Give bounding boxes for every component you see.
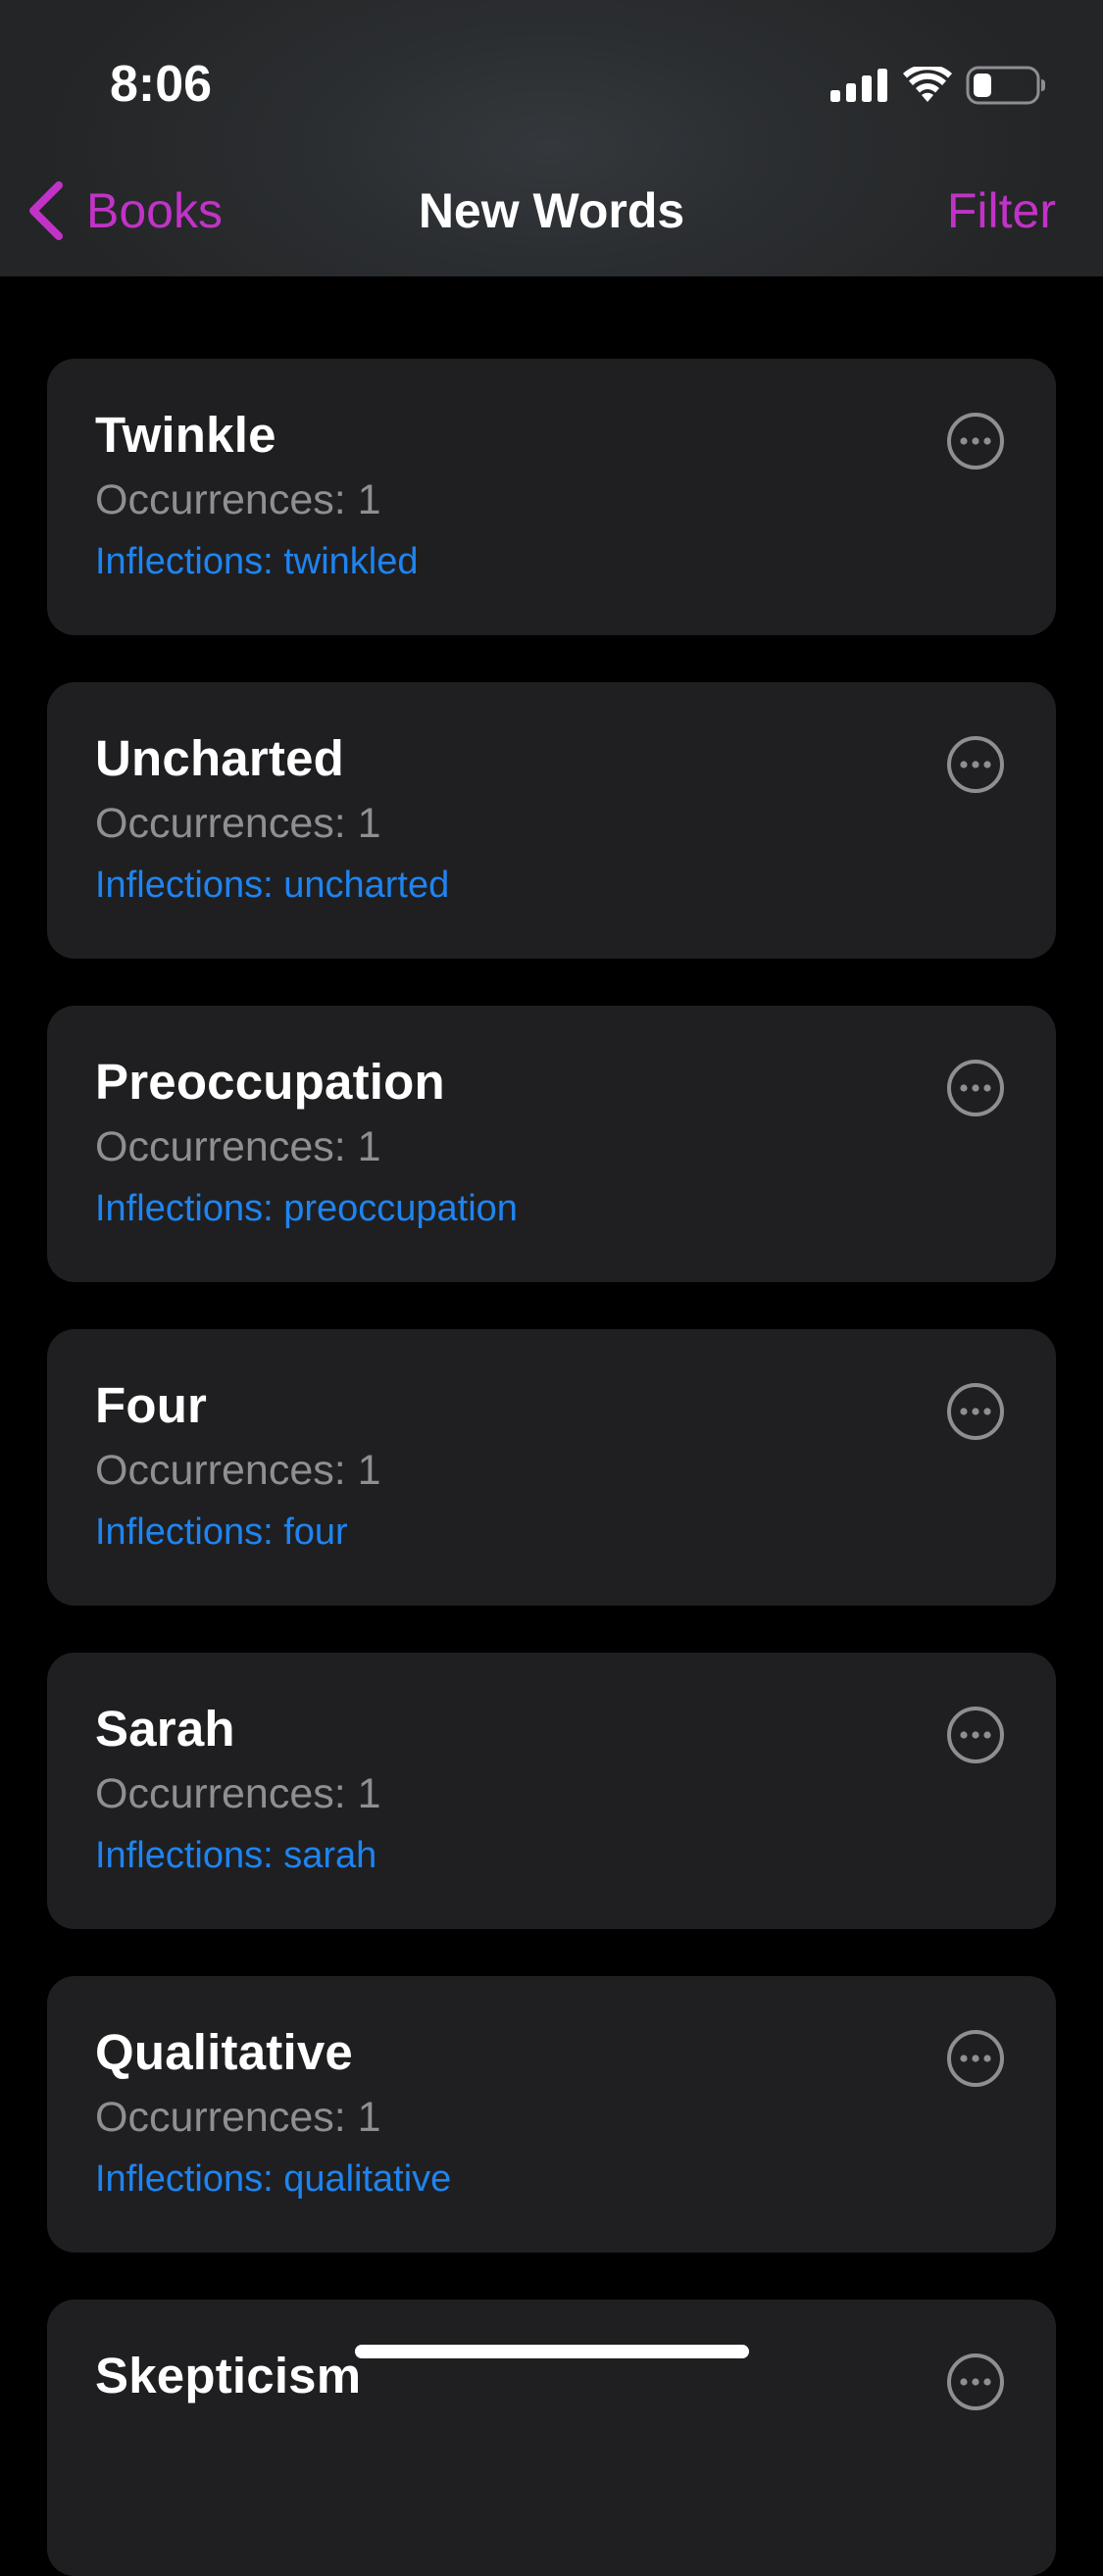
word-list: Twinkle Occurrences: 1 Inflections: twin… (0, 0, 1103, 2576)
navigation-header: 8:06 Books New Words Filter (0, 0, 1103, 276)
filter-button[interactable]: Filter (947, 182, 1056, 239)
word-inflections: Inflections: four (95, 1511, 348, 1553)
word-inflections: Inflections: twinkled (95, 541, 419, 582)
ellipsis-circle-icon[interactable] (946, 1382, 1005, 1441)
battery-icon (966, 66, 1045, 105)
word-card[interactable]: Preoccupation Occurrences: 1 Inflections… (47, 1006, 1056, 1282)
word-occurrences: Occurrences: 1 (95, 476, 381, 523)
cellular-signal-icon (830, 69, 887, 102)
word-occurrences: Occurrences: 1 (95, 1123, 381, 1170)
word-occurrences: Occurrences: 1 (95, 2094, 381, 2141)
word-card[interactable]: Uncharted Occurrences: 1 Inflections: un… (47, 682, 1056, 959)
word-card[interactable]: Qualitative Occurrences: 1 Inflections: … (47, 1976, 1056, 2253)
word-title: Skepticism (95, 2348, 362, 2403)
word-inflections: Inflections: preoccupation (95, 1188, 518, 1229)
word-occurrences: Occurrences: 1 (95, 800, 381, 847)
ellipsis-circle-icon[interactable] (946, 2029, 1005, 2088)
word-card[interactable]: Skepticism (47, 2300, 1056, 2576)
page-title: New Words (418, 183, 685, 238)
ellipsis-circle-icon[interactable] (946, 1059, 1005, 1117)
wifi-icon (903, 67, 952, 102)
word-title: Preoccupation (95, 1054, 445, 1110)
word-title: Uncharted (95, 730, 345, 786)
word-inflections: Inflections: uncharted (95, 865, 450, 906)
word-occurrences: Occurrences: 1 (95, 1447, 381, 1494)
word-inflections: Inflections: sarah (95, 1835, 377, 1876)
word-inflections: Inflections: qualitative (95, 2158, 452, 2200)
word-card[interactable]: Twinkle Occurrences: 1 Inflections: twin… (47, 359, 1056, 635)
word-title: Twinkle (95, 407, 276, 463)
ellipsis-circle-icon[interactable] (946, 735, 1005, 794)
word-card[interactable]: Four Occurrences: 1 Inflections: four (47, 1329, 1056, 1606)
word-title: Sarah (95, 1701, 235, 1757)
home-indicator[interactable] (355, 2345, 749, 2358)
word-title: Qualitative (95, 2024, 353, 2080)
word-card[interactable]: Sarah Occurrences: 1 Inflections: sarah (47, 1653, 1056, 1929)
word-title: Four (95, 1377, 208, 1433)
ellipsis-circle-icon[interactable] (946, 412, 1005, 471)
status-icons (830, 61, 1046, 110)
status-time: 8:06 (110, 56, 213, 113)
ellipsis-circle-icon[interactable] (946, 1706, 1005, 1764)
word-occurrences: Occurrences: 1 (95, 1770, 381, 1817)
ellipsis-circle-icon[interactable] (946, 2353, 1005, 2411)
